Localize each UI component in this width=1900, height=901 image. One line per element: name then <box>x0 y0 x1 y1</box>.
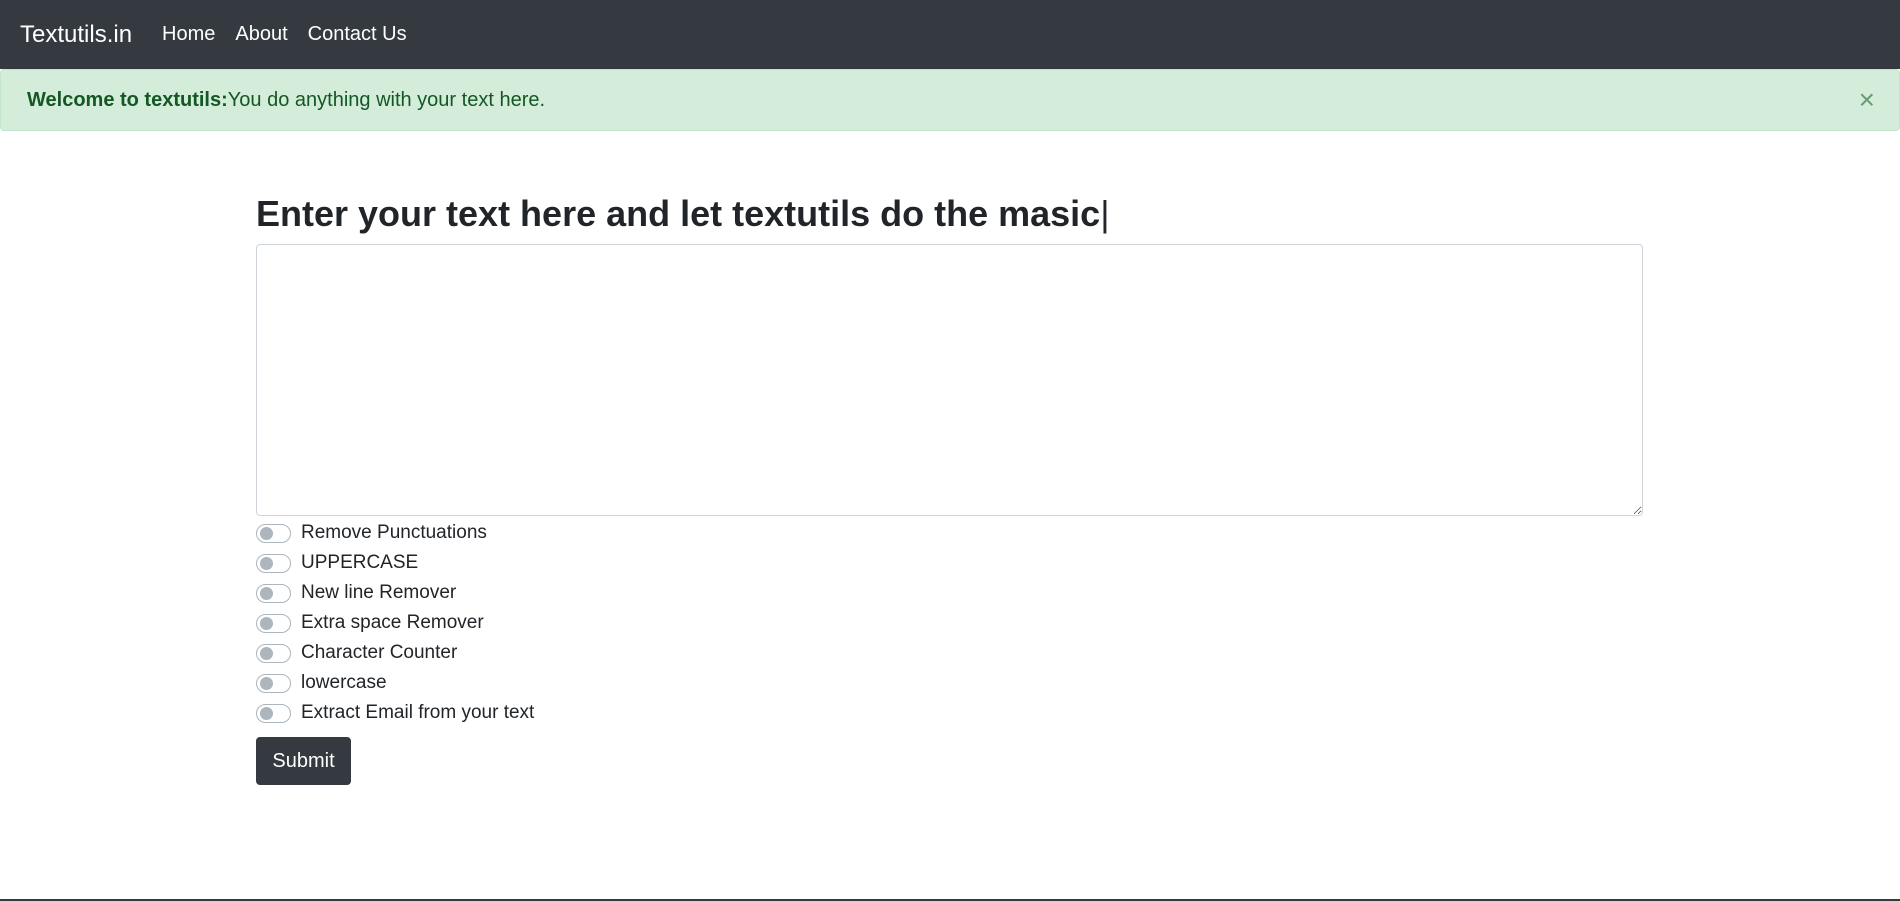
toggle-switch[interactable] <box>256 673 291 693</box>
navbar: Textutils.in Home About Contact Us <box>0 0 1900 69</box>
switch-knob <box>260 556 273 570</box>
option-label: UPPERCASE <box>301 552 419 573</box>
toggle-switch[interactable] <box>256 613 291 633</box>
switch-knob <box>260 586 273 600</box>
alert-message: You do anything with your text here. <box>227 88 546 111</box>
nav-links: Home About Contact Us <box>162 23 427 46</box>
option-extra-space-remover: Extra space Remover <box>256 608 1643 638</box>
option-label: Extra space Remover <box>301 612 484 633</box>
option-label: Character Counter <box>301 642 458 663</box>
nav-contact-link[interactable]: Contact Us <box>308 23 407 46</box>
text-caret: | <box>1100 193 1110 234</box>
option-remove-punctuations: Remove Punctuations <box>256 518 1643 548</box>
close-icon[interactable]: × <box>1859 86 1875 114</box>
option-label: lowercase <box>301 672 387 693</box>
submit-button[interactable]: Submit <box>256 737 351 785</box>
option-label: Remove Punctuations <box>301 522 487 543</box>
nav-home-link[interactable]: Home <box>162 23 215 46</box>
switch-knob <box>260 706 273 720</box>
page-title-text: Enter your text here and let textutils d… <box>256 193 1101 234</box>
main-container: Enter your text here and let textutils d… <box>256 190 1643 785</box>
option-new-line-remover: New line Remover <box>256 578 1643 608</box>
toggle-switch[interactable] <box>256 553 291 573</box>
brand-link[interactable]: Textutils.in <box>20 21 132 49</box>
option-extract-email: Extract Email from your text <box>256 698 1643 728</box>
options-list: Remove Punctuations UPPERCASE New line R… <box>256 518 1643 728</box>
switch-knob <box>260 616 273 630</box>
welcome-alert: Welcome to textutils: You do anything wi… <box>0 69 1900 131</box>
page-title: Enter your text here and let textutils d… <box>256 190 1643 238</box>
switch-knob <box>260 646 273 660</box>
option-uppercase: UPPERCASE <box>256 548 1643 578</box>
option-label: New line Remover <box>301 582 457 603</box>
nav-about-link[interactable]: About <box>235 23 287 46</box>
toggle-switch[interactable] <box>256 523 291 543</box>
option-label: Extract Email from your text <box>301 702 535 723</box>
alert-strong-text: Welcome to textutils: <box>27 88 228 111</box>
text-input[interactable] <box>256 244 1643 516</box>
switch-knob <box>260 676 273 690</box>
toggle-switch[interactable] <box>256 703 291 723</box>
option-character-counter: Character Counter <box>256 638 1643 668</box>
toggle-switch[interactable] <box>256 643 291 663</box>
toggle-switch[interactable] <box>256 583 291 603</box>
option-lowercase: lowercase <box>256 668 1643 698</box>
switch-knob <box>260 526 273 540</box>
